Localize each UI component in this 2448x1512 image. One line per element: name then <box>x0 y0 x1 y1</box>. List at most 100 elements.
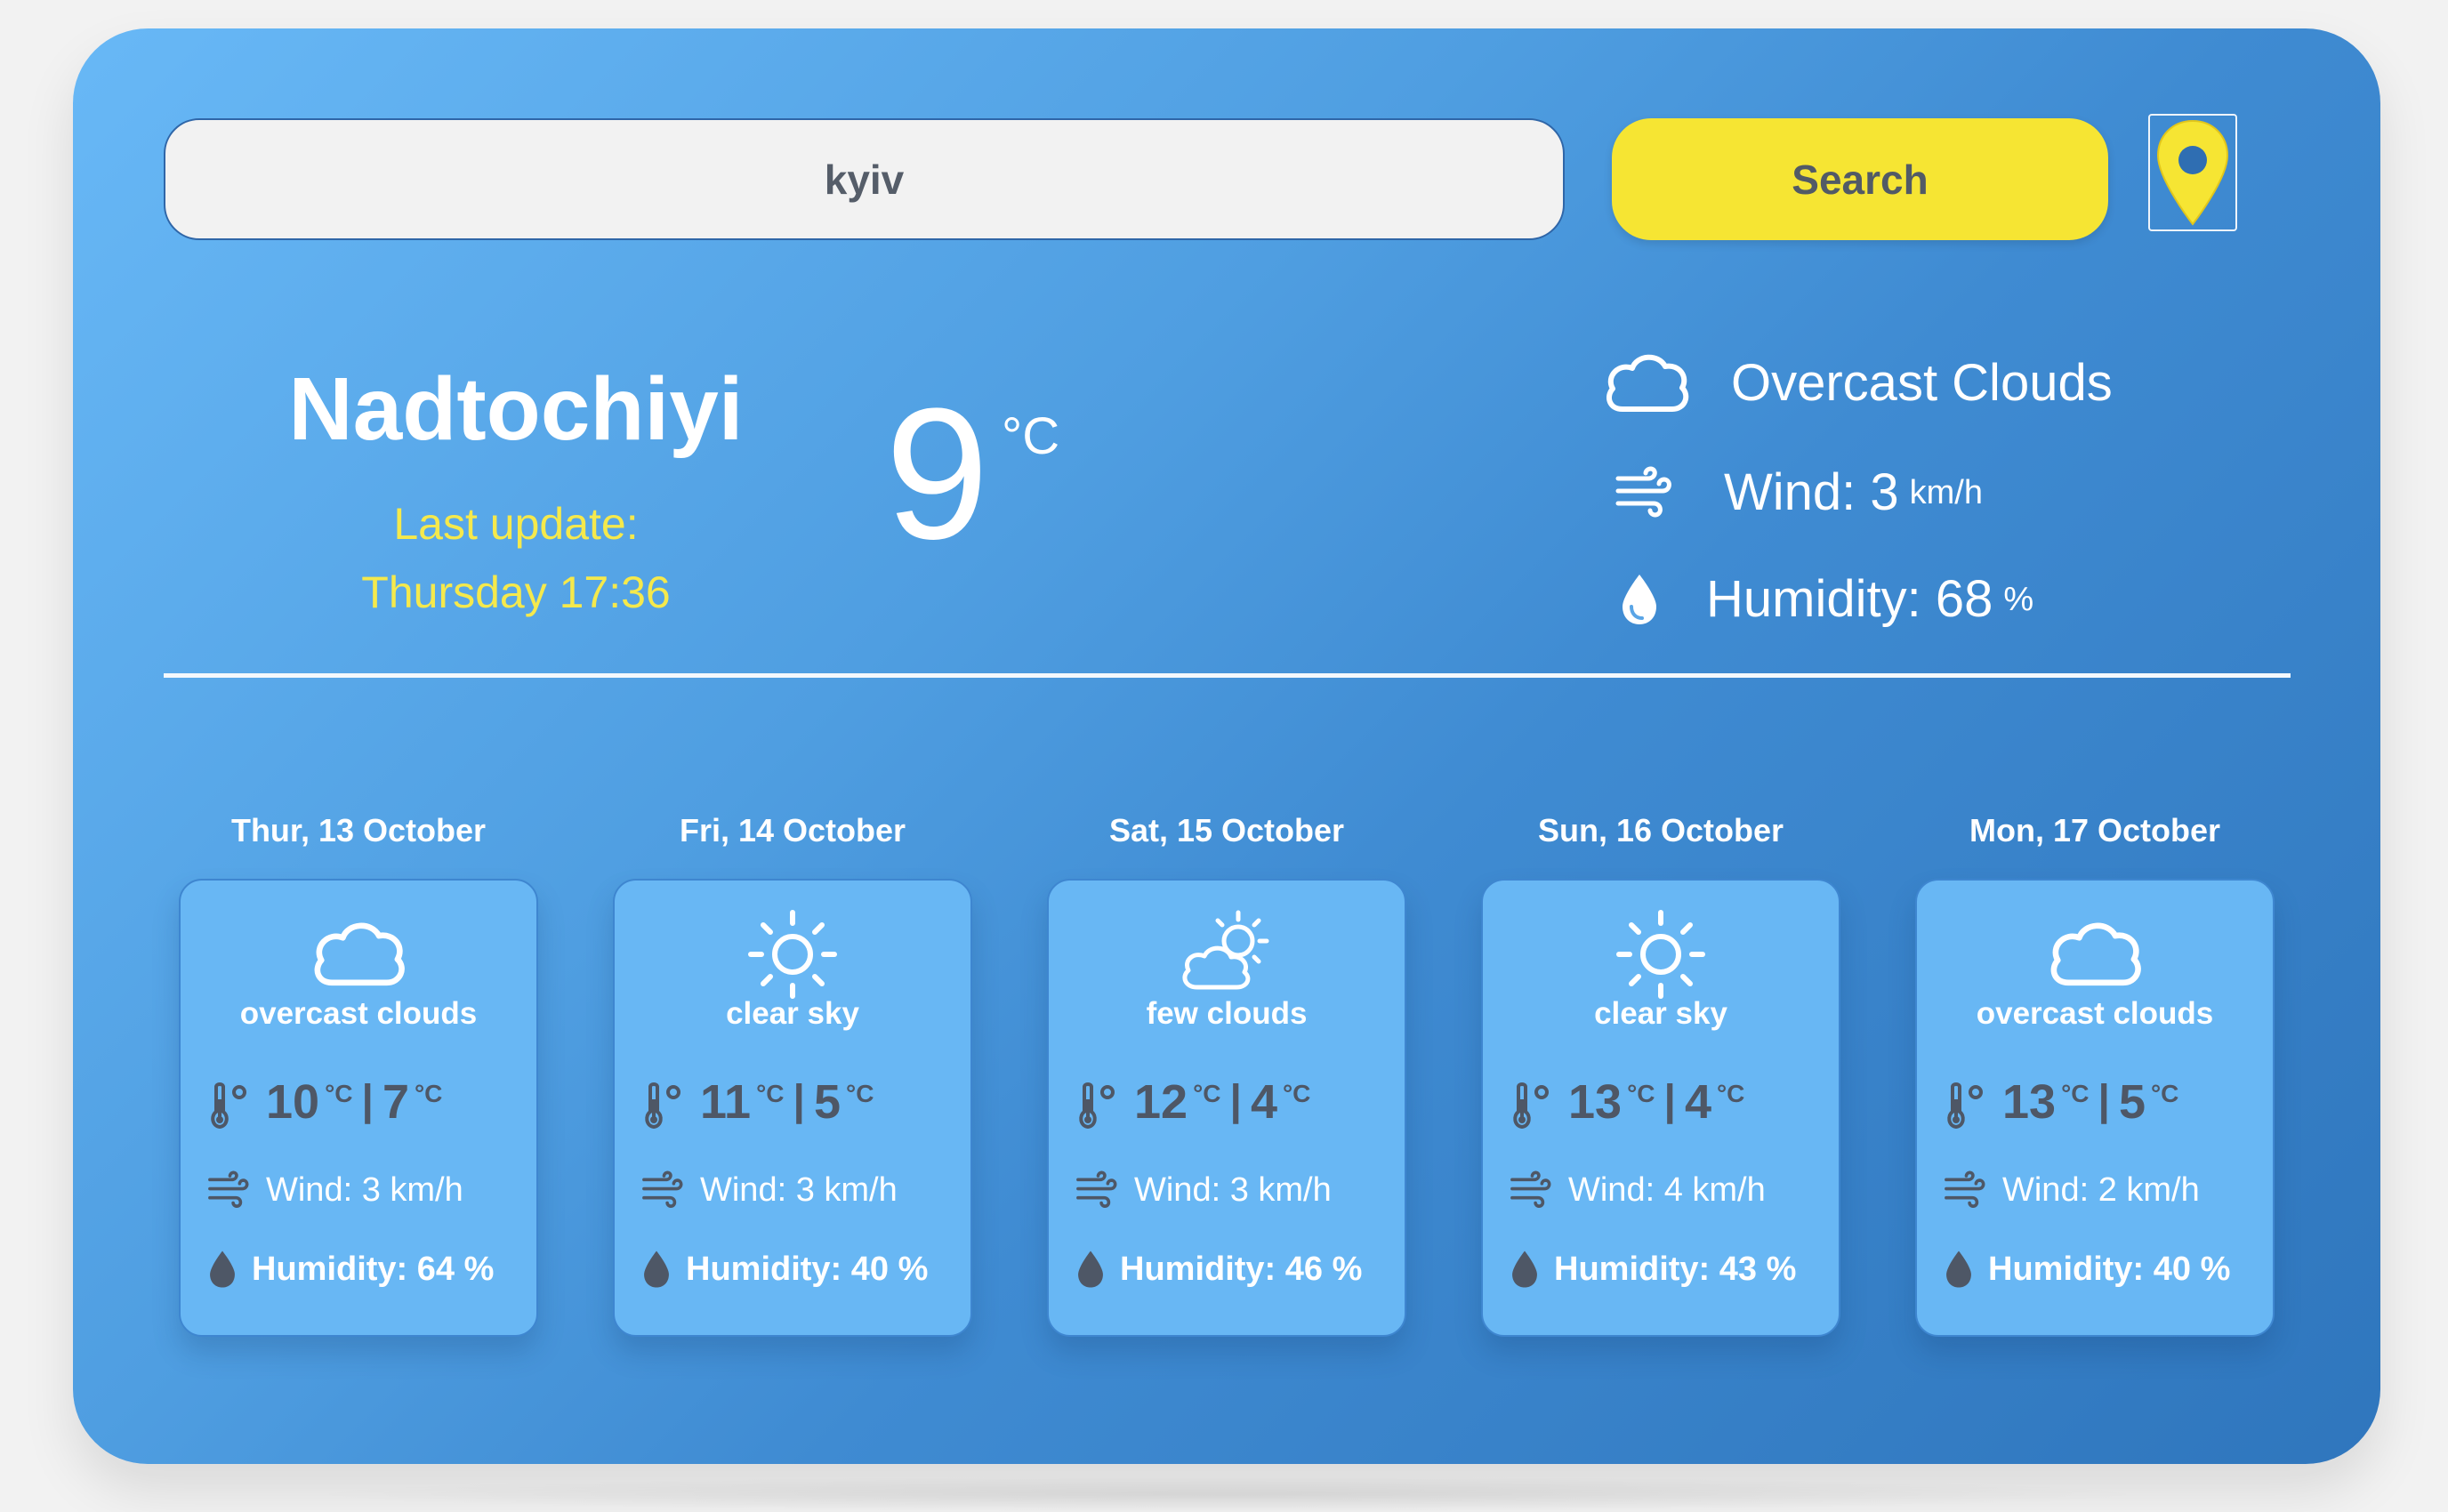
thermometer-icon <box>1947 1082 1983 1130</box>
wind-icon <box>1612 466 1676 519</box>
wind-icon <box>1945 1170 1985 1209</box>
forecast-description: clear sky <box>726 996 859 1031</box>
forecast-unit: °C <box>325 1080 353 1107</box>
wind-icon <box>1510 1170 1551 1209</box>
water-drop-icon <box>1078 1251 1103 1288</box>
forecast-min-temp: 7 <box>382 1075 409 1129</box>
forecast-humidity: Humidity: 40 % <box>1944 1250 2230 1289</box>
forecast-unit: °C <box>414 1080 443 1107</box>
card-shadow <box>294 1476 2162 1512</box>
forecast-card: clear sky 11 °C | 5 °C Wind: 3 km/h Humi… <box>613 879 972 1337</box>
temp-separator: | <box>361 1077 374 1124</box>
wind-icon <box>208 1170 249 1209</box>
forecast-wind-text: Wind: 2 km/h <box>2002 1171 2200 1209</box>
forecast-temperatures: 11 °C | 5 °C <box>641 1078 874 1131</box>
forecast-description: clear sky <box>1594 996 1727 1031</box>
forecast-humidity-text: Humidity: 40 % <box>686 1251 929 1288</box>
forecast-unit: °C <box>2150 1080 2179 1107</box>
forecast-min-temp: 5 <box>2118 1075 2146 1129</box>
forecast-min-temp: 4 <box>1250 1075 1277 1129</box>
forecast-humidity-text: Humidity: 43 % <box>1554 1251 1797 1288</box>
forecast-temperatures: 12 °C | 4 °C <box>1075 1078 1310 1131</box>
forecast-card: overcast clouds 13 °C | 5 °C Wind: 2 km/… <box>1915 879 2275 1337</box>
water-drop-icon <box>210 1251 235 1288</box>
forecast-day-label: Thur, 13 October <box>230 812 487 848</box>
forecast-wind: Wind: 2 km/h <box>1944 1170 2200 1210</box>
forecast-wind: Wind: 3 km/h <box>641 1170 898 1210</box>
water-drop-icon <box>1512 1251 1537 1288</box>
map-pin-icon <box>2156 119 2229 226</box>
humidity-unit: % <box>2003 580 2034 618</box>
forecast-max-temp: 11 <box>700 1075 752 1129</box>
forecast-card: few clouds 12 °C | 4 °C Wind: 3 km/h Hum… <box>1047 879 1406 1337</box>
forecast-wind: Wind: 3 km/h <box>207 1170 463 1210</box>
forecast-unit: °C <box>846 1080 874 1107</box>
forecast-humidity-text: Humidity: 64 % <box>252 1251 495 1288</box>
forecast-unit: °C <box>1627 1080 1655 1107</box>
current-temperature: 9 <box>885 369 989 578</box>
wind-icon <box>642 1170 683 1209</box>
forecast-day-label: Sat, 15 October <box>1108 812 1345 848</box>
thermometer-icon <box>1079 1082 1115 1130</box>
forecast-wind: Wind: 3 km/h <box>1075 1170 1332 1210</box>
cloud-icon <box>1601 347 1692 420</box>
temp-separator: | <box>1229 1077 1242 1124</box>
cloud-icon <box>2050 922 2141 986</box>
sun-icon <box>748 910 837 999</box>
current-condition: Overcast Clouds <box>1731 354 2113 412</box>
forecast-day-label: Sun, 16 October <box>1537 812 1784 848</box>
water-drop-icon <box>1946 1251 1971 1288</box>
cloud-icon <box>314 922 405 986</box>
thermometer-icon <box>211 1082 246 1130</box>
temperature-unit: °C <box>1002 407 1060 465</box>
thermometer-icon <box>1513 1082 1549 1130</box>
current-humidity-row: Humidity: 68 % <box>1617 573 2033 626</box>
forecast-unit: °C <box>1193 1080 1221 1107</box>
forecast-description: overcast clouds <box>1976 996 2214 1031</box>
forecast-humidity: Humidity: 64 % <box>207 1250 494 1289</box>
forecast-min-temp: 4 <box>1684 1075 1711 1129</box>
thermometer-icon <box>645 1082 680 1130</box>
temp-separator: | <box>2098 1077 2110 1124</box>
section-divider <box>164 673 2291 678</box>
forecast-max-temp: 13 <box>1568 1075 1623 1129</box>
forecast-wind-text: Wind: 3 km/h <box>266 1171 463 1209</box>
forecast-temperatures: 10 °C | 7 °C <box>207 1078 442 1131</box>
forecast-day-label: Fri, 14 October <box>679 812 906 848</box>
partly-cloudy-icon <box>1182 910 1269 990</box>
current-wind-row: Wind: 3 km/h <box>1612 466 1983 519</box>
forecast-humidity: Humidity: 46 % <box>1075 1250 1362 1289</box>
forecast-humidity-text: Humidity: 40 % <box>1988 1251 2231 1288</box>
water-drop-icon <box>1617 573 1662 626</box>
temp-separator: | <box>793 1077 805 1124</box>
wind-unit: km/h <box>1909 473 1983 511</box>
sun-icon <box>1616 910 1705 999</box>
forecast-wind-text: Wind: 3 km/h <box>700 1171 898 1209</box>
current-condition-row: Overcast Clouds <box>1601 347 2113 420</box>
last-update-time: Thursday 17:36 <box>361 567 671 617</box>
forecast-card: clear sky 13 °C | 4 °C Wind: 4 km/h Humi… <box>1481 879 1840 1337</box>
forecast-wind-text: Wind: 3 km/h <box>1134 1171 1332 1209</box>
forecast-humidity-text: Humidity: 46 % <box>1120 1251 1363 1288</box>
wind-icon <box>1076 1170 1117 1209</box>
forecast-max-temp: 10 <box>266 1075 320 1129</box>
current-wind: Wind: 3 <box>1724 463 1899 521</box>
forecast-temperatures: 13 °C | 4 °C <box>1510 1078 1744 1131</box>
forecast-card: overcast clouds 10 °C | 7 °C Wind: 3 km/… <box>179 879 538 1337</box>
temp-separator: | <box>1663 1077 1676 1124</box>
forecast-wind: Wind: 4 km/h <box>1510 1170 1766 1210</box>
forecast-unit: °C <box>2061 1080 2090 1107</box>
forecast-description: overcast clouds <box>239 996 478 1031</box>
forecast-unit: °C <box>756 1080 785 1107</box>
forecast-humidity: Humidity: 40 % <box>641 1250 928 1289</box>
city-name: Nadtochiyi <box>288 359 744 459</box>
current-location-button[interactable] <box>2148 114 2237 231</box>
current-humidity: Humidity: 68 <box>1706 570 1993 628</box>
forecast-unit: °C <box>1716 1080 1745 1107</box>
forecast-max-temp: 12 <box>1134 1075 1188 1129</box>
search-button[interactable]: Search <box>1612 118 2108 240</box>
water-drop-icon <box>644 1251 669 1288</box>
city-search-input[interactable] <box>164 118 1565 240</box>
forecast-wind-text: Wind: 4 km/h <box>1568 1171 1766 1209</box>
forecast-max-temp: 13 <box>2002 1075 2057 1129</box>
